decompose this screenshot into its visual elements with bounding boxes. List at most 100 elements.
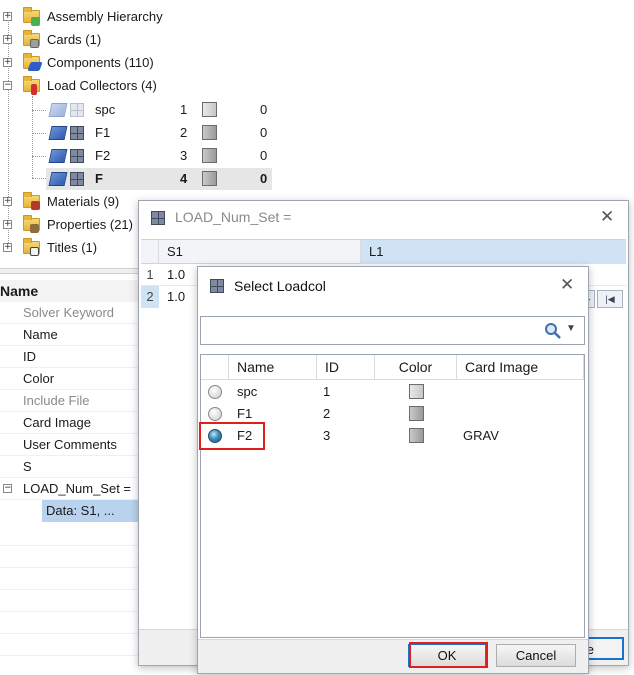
collector-value: 0 (260, 102, 268, 117)
select-radio[interactable] (208, 407, 222, 421)
tree-connector (32, 96, 33, 178)
tree-node-titles[interactable]: + Titles (1) (0, 237, 140, 259)
dialog-title: Select Loadcol (234, 278, 326, 294)
tree-connector (32, 178, 46, 179)
prop-row-user-comments[interactable]: User Comments (0, 434, 138, 456)
properties-header: Name (0, 280, 138, 302)
collector-name: spc (95, 102, 116, 117)
prop-row-color[interactable]: Color (0, 368, 138, 390)
component-icon (27, 62, 43, 71)
column-header-s1[interactable]: S1 (159, 240, 361, 264)
expand-icon[interactable]: + (3, 197, 12, 206)
search-bar[interactable]: ▼ (200, 316, 585, 345)
color-swatch[interactable] (202, 148, 217, 163)
loadcol-list: Name ID Color Card Image spc 1 F1 2 F2 3… (199, 354, 585, 638)
tree-node-components[interactable]: + Components (110) (0, 52, 200, 74)
grid-icon (70, 103, 84, 117)
expand-icon[interactable]: + (3, 12, 12, 21)
cell-s1[interactable]: 1.0 (167, 286, 185, 308)
column-header-l1[interactable]: L1 (361, 240, 626, 264)
close-icon[interactable]: ✕ (560, 277, 574, 294)
column-header-card-image[interactable]: Card Image (457, 355, 584, 379)
expand-icon[interactable]: + (3, 243, 12, 252)
list-row-spc[interactable]: spc 1 (201, 381, 584, 403)
panel-splitter[interactable] (0, 268, 138, 274)
grid-header-corner (141, 240, 159, 264)
highlight-box-ok (409, 642, 488, 668)
grid-icon (70, 172, 84, 186)
column-header-color[interactable]: Color (375, 355, 457, 379)
prop-label: ID (23, 349, 36, 364)
row-id: 1 (323, 384, 331, 399)
close-icon[interactable]: ✕ (600, 209, 614, 226)
search-icon[interactable] (544, 322, 562, 340)
collapse-icon[interactable]: − (3, 81, 12, 90)
collector-value: 0 (260, 171, 268, 186)
tree-node-label: Materials (9) (47, 194, 120, 209)
load-collector-row[interactable]: spc 1 0 (46, 99, 276, 121)
row-index: 1 (146, 267, 154, 282)
collector-name: F (95, 171, 103, 186)
assembly-icon (31, 17, 40, 26)
collector-id: 1 (180, 102, 188, 117)
collector-value: 0 (260, 125, 268, 140)
load-collector-icon (48, 172, 68, 186)
collector-id: 3 (180, 148, 188, 163)
load-collector-row-selected[interactable]: F 4 0 (46, 168, 272, 190)
collector-value: 0 (260, 148, 268, 163)
collector-name: F2 (95, 148, 111, 163)
tree-node-materials[interactable]: + Materials (9) (0, 191, 140, 213)
load-collector-row[interactable]: F2 3 0 (46, 145, 276, 167)
panel-empty-rows (0, 524, 138, 675)
tree-node-load-collectors[interactable]: − Load Collectors (4) (0, 75, 200, 97)
list-header: Name ID Color Card Image (201, 355, 584, 380)
column-header-name[interactable]: Name (229, 355, 317, 379)
prop-label: Color (23, 371, 55, 386)
prop-row-solver-keyword[interactable]: Solver Keyword (0, 302, 138, 324)
color-swatch[interactable] (202, 125, 217, 140)
select-radio[interactable] (208, 385, 222, 399)
expand-icon[interactable]: + (3, 58, 12, 67)
column-header-select (201, 355, 229, 379)
expand-icon[interactable]: + (3, 220, 12, 229)
row-id: 2 (323, 406, 331, 421)
prop-label: S (23, 459, 32, 474)
color-swatch[interactable] (202, 171, 217, 186)
tree-node-label: Load Collectors (4) (47, 78, 157, 93)
color-swatch (409, 384, 424, 399)
cell-s1[interactable]: 1.0 (167, 264, 185, 286)
data-subvalue[interactable]: Data: S1, ... (42, 500, 138, 522)
chevron-down-icon[interactable]: ▼ (566, 323, 576, 334)
tree-node-label: Properties (21) (47, 217, 133, 232)
prop-row-id[interactable]: ID (0, 346, 138, 368)
tree-node-properties[interactable]: + Properties (21) (0, 214, 140, 236)
column-header-id[interactable]: ID (317, 355, 375, 379)
cancel-button[interactable]: Cancel (496, 644, 576, 667)
prop-row-include-file[interactable]: Include File (0, 390, 138, 412)
grid-icon (151, 211, 165, 225)
select-loadcol-dialog: Select Loadcol ✕ ▼ Name ID Color Card Im… (197, 266, 589, 674)
tree-node-label: Assembly Hierarchy (47, 9, 163, 24)
prop-row-name[interactable]: Name (0, 324, 138, 346)
collapse-icon[interactable]: − (3, 484, 12, 493)
load-arrow-icon (31, 84, 37, 95)
color-swatch[interactable] (202, 102, 217, 117)
tree-node-cards[interactable]: + Cards (1) (0, 29, 200, 51)
grid-icon (70, 126, 84, 140)
prop-label: Name (23, 327, 58, 342)
prop-row-card-image[interactable]: Card Image (0, 412, 138, 434)
highlight-box-f2 (199, 422, 265, 450)
tree-node-label: Cards (1) (47, 32, 102, 47)
scroll-end-icon[interactable]: |◀ (597, 290, 623, 308)
prop-label: Include File (23, 393, 90, 408)
prop-row-load-num-set[interactable]: − LOAD_Num_Set = (0, 478, 138, 500)
dialog-title: LOAD_Num_Set = (175, 209, 292, 225)
grid-icon (70, 149, 84, 163)
expand-icon[interactable]: + (3, 35, 12, 44)
row-card-image: GRAV (463, 428, 499, 443)
load-collector-row[interactable]: F1 2 0 (46, 122, 276, 144)
grid-header: S1 L1 (141, 240, 626, 264)
prop-row-s[interactable]: S (0, 456, 138, 478)
tree-node-assembly-hierarchy[interactable]: + Assembly Hierarchy (0, 6, 200, 28)
prop-label: Solver Keyword (23, 305, 115, 320)
